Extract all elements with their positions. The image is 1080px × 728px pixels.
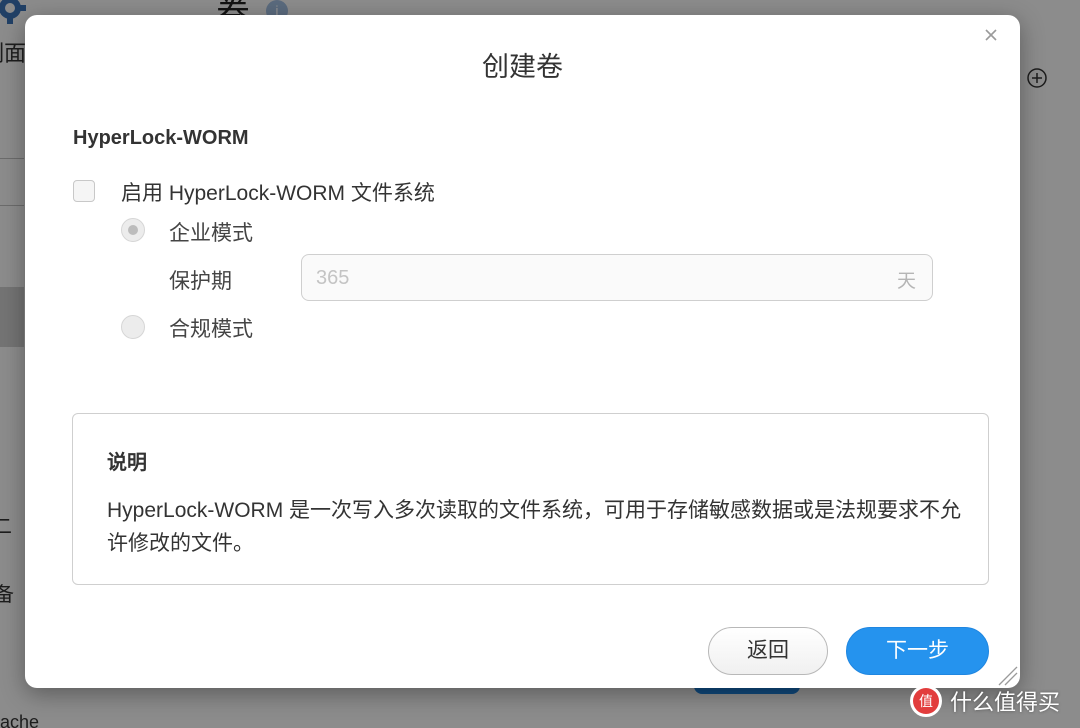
create-volume-dialog: 创建卷 HyperLock-WORM 启用 HyperLock-WORM 文件系… bbox=[25, 15, 1020, 688]
enable-worm-checkbox[interactable] bbox=[73, 180, 95, 202]
compliance-mode-label[interactable]: 合规模式 bbox=[169, 313, 253, 343]
protection-period-unit: 天 bbox=[896, 271, 916, 292]
protection-period-input[interactable] bbox=[314, 255, 878, 302]
radio-selected-dot bbox=[128, 225, 138, 235]
watermark: 值 什么值得买 bbox=[910, 684, 1060, 718]
description-box: 说明 HyperLock-WORM 是一次写入多次读取的文件系统，可用于存储敏感… bbox=[72, 413, 989, 585]
protection-period-label: 保护期 bbox=[169, 270, 232, 293]
back-button[interactable]: 返回 bbox=[708, 627, 828, 675]
protection-period-field[interactable]: 天 bbox=[301, 254, 933, 302]
watermark-badge-text: 值 bbox=[919, 694, 933, 710]
section-title: HyperLock-WORM bbox=[73, 127, 249, 149]
description-text: HyperLock-WORM 是一次写入多次读取的文件系统，可用于存储敏感数据或… bbox=[107, 499, 962, 555]
dialog-title: 创建卷 bbox=[482, 52, 563, 82]
watermark-text: 什么值得买 bbox=[950, 690, 1061, 715]
enterprise-mode-label[interactable]: 企业模式 bbox=[169, 217, 253, 247]
next-button[interactable]: 下一步 bbox=[846, 627, 989, 675]
watermark-logo-icon: 值 bbox=[910, 685, 942, 717]
enable-worm-label[interactable]: 启用 HyperLock-WORM 文件系统 bbox=[121, 177, 435, 207]
compliance-mode-radio[interactable] bbox=[121, 315, 145, 339]
description-title: 说明 bbox=[107, 452, 147, 474]
enterprise-mode-radio[interactable] bbox=[121, 218, 145, 242]
close-icon[interactable] bbox=[981, 25, 1001, 45]
